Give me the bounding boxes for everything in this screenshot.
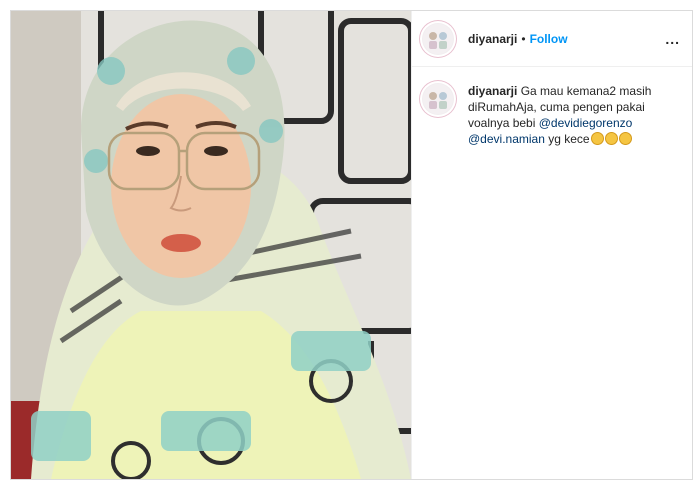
smiling-face-icon bbox=[618, 132, 632, 145]
more-options-icon[interactable]: ... bbox=[665, 31, 680, 47]
header-username[interactable]: diyanarji bbox=[468, 32, 517, 46]
avatar[interactable] bbox=[422, 22, 454, 55]
post-sidebar: diyanarji • Follow ... diyanarji Ga mau … bbox=[411, 11, 692, 479]
smiling-face-icon bbox=[590, 132, 604, 145]
mention-link[interactable]: @devidiegorenzo bbox=[539, 116, 633, 130]
smiling-face-icon bbox=[604, 132, 618, 145]
instagram-post: diyanarji • Follow ... diyanarji Ga mau … bbox=[10, 10, 693, 480]
caption-body-end: yg kece bbox=[548, 132, 590, 146]
post-header: diyanarji • Follow ... bbox=[412, 11, 692, 67]
follow-button[interactable]: Follow bbox=[530, 32, 568, 46]
separator-dot: • bbox=[521, 31, 526, 46]
post-photo[interactable] bbox=[11, 11, 411, 479]
photo-illustration bbox=[11, 11, 411, 479]
avatar-icon bbox=[423, 23, 453, 54]
caption-text: diyanarji Ga mau kemana2 masih diRumahAj… bbox=[468, 83, 676, 147]
mention-link[interactable]: @devi.namian bbox=[468, 132, 545, 146]
post-caption: diyanarji Ga mau kemana2 masih diRumahAj… bbox=[412, 67, 692, 147]
caption-username[interactable]: diyanarji bbox=[468, 84, 517, 98]
caption-avatar[interactable] bbox=[422, 83, 454, 115]
avatar-icon bbox=[423, 84, 453, 114]
